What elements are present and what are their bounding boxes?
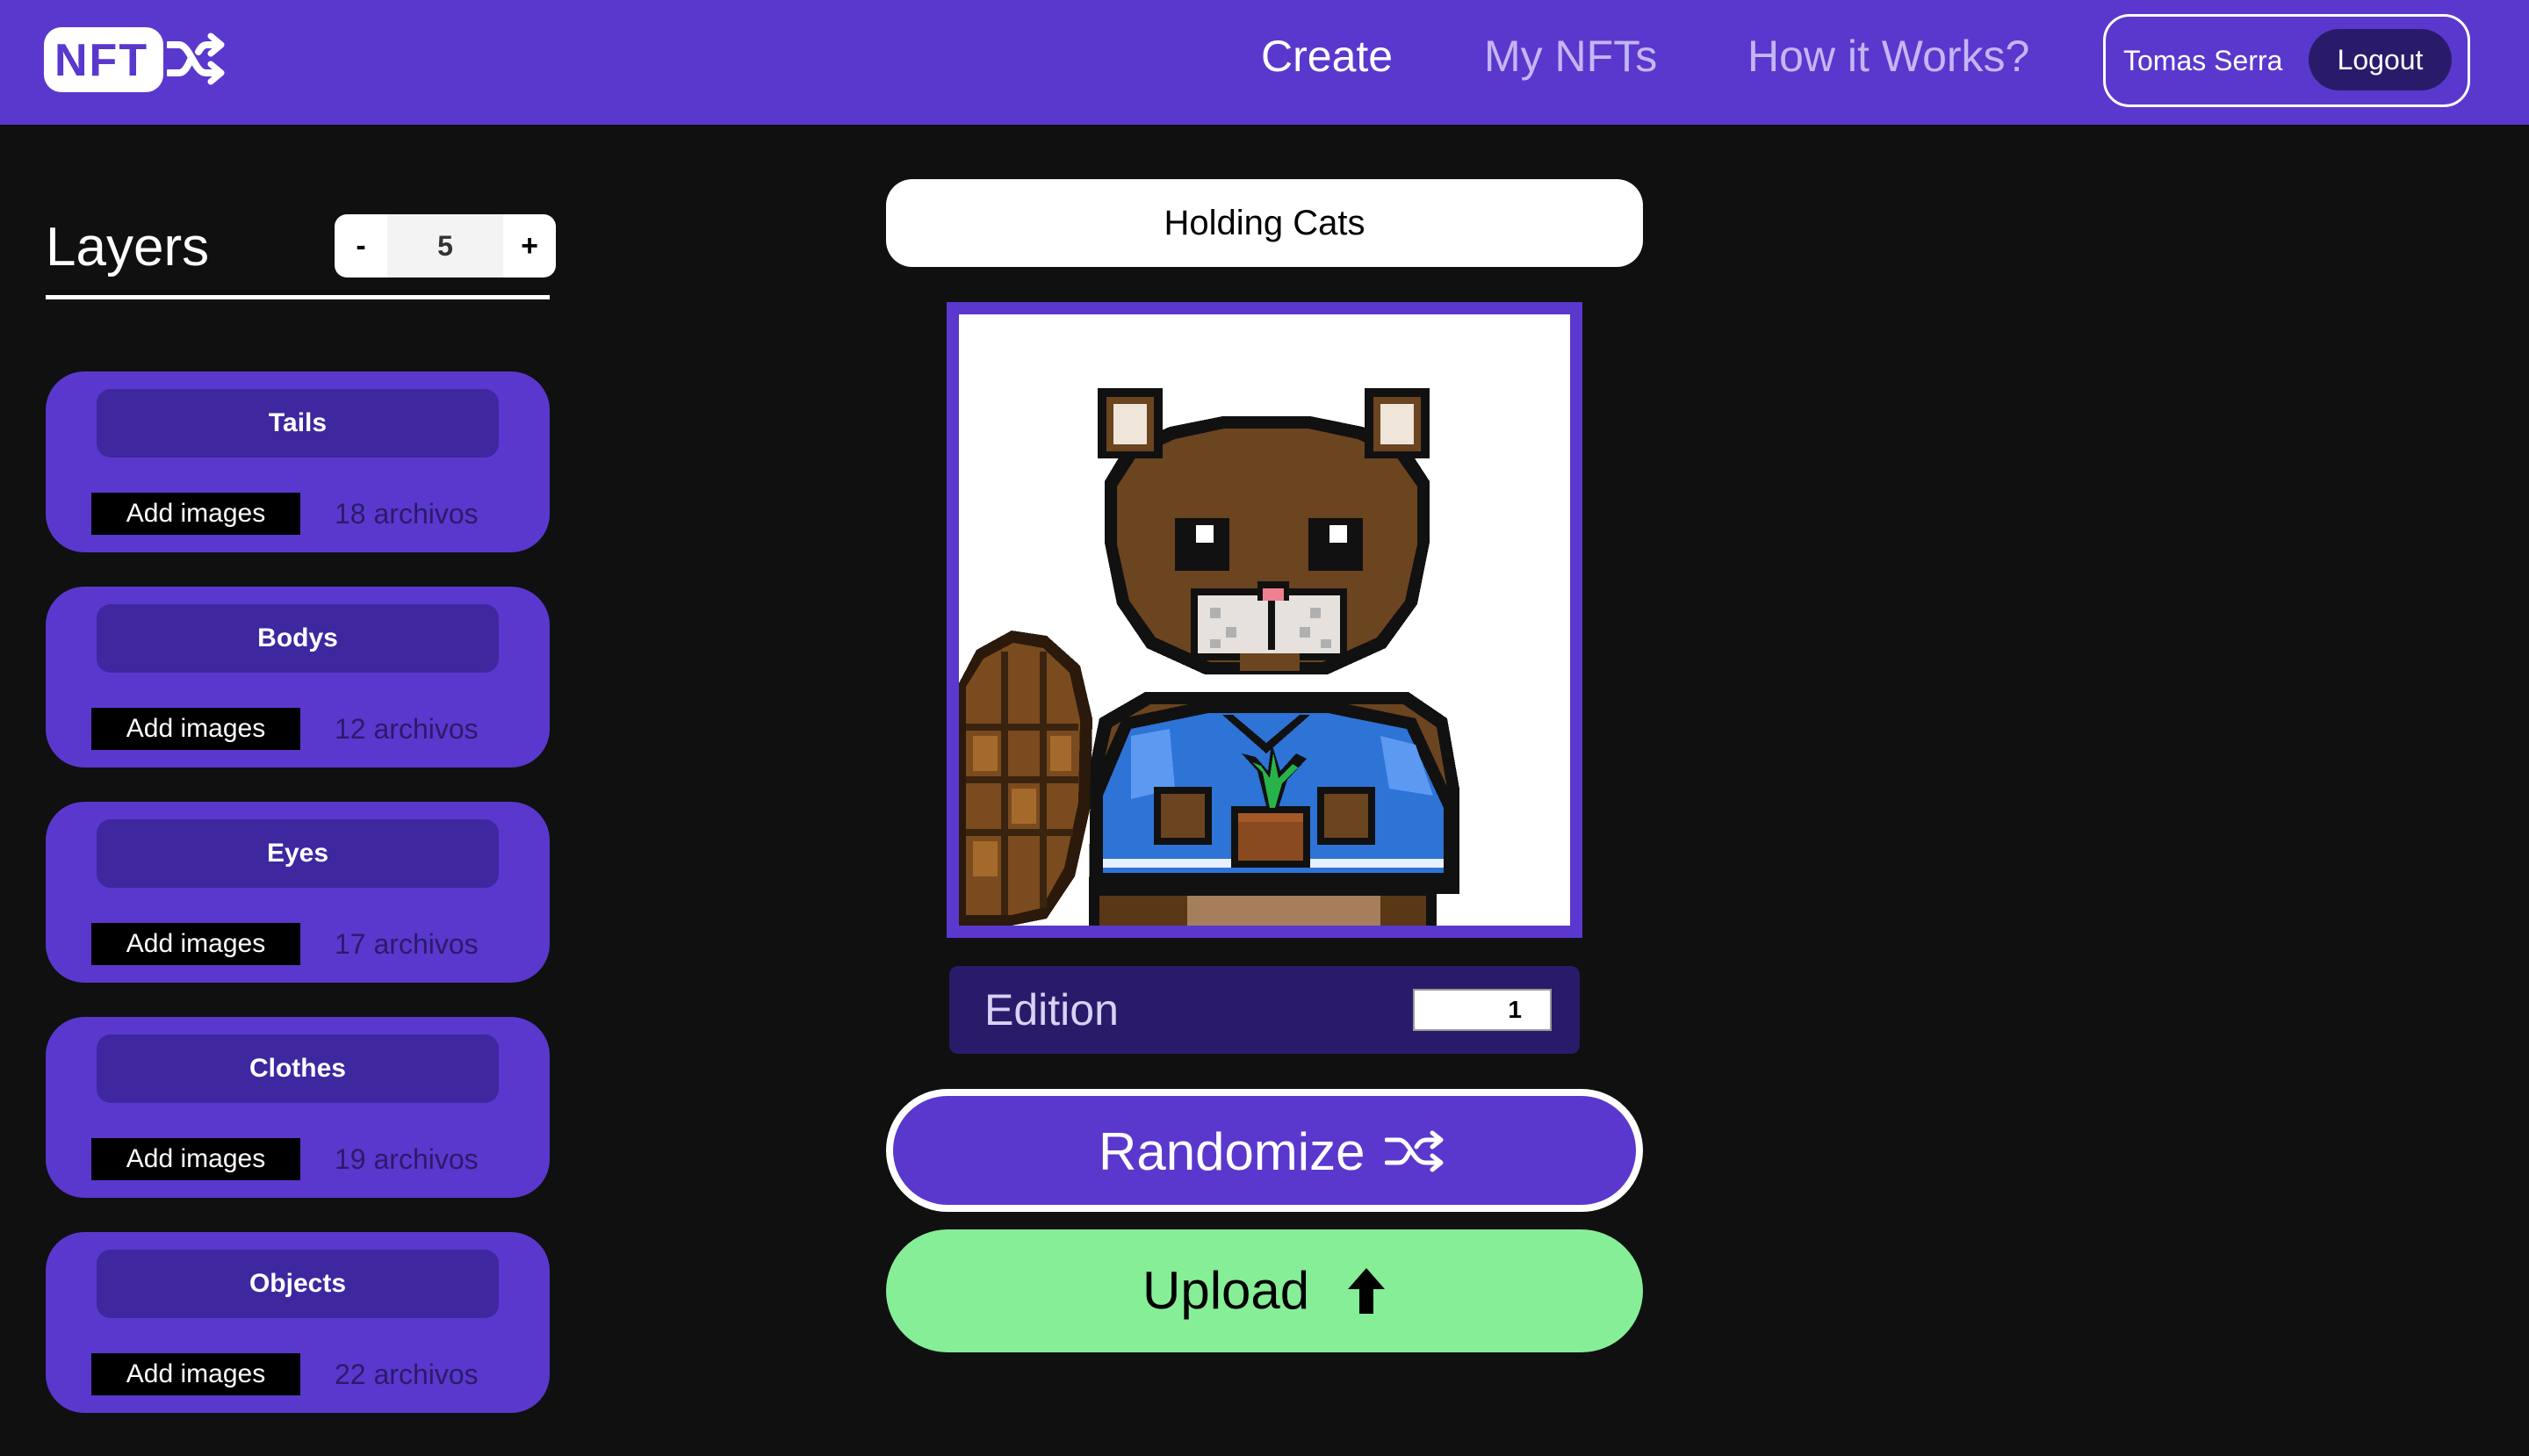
user-menu: Tomas Serra Logout [2103,14,2470,107]
layers-heading: Layers [46,217,210,278]
add-images-button[interactable]: Add images [91,708,300,750]
add-images-button[interactable]: Add images [91,493,300,535]
layer-count-value[interactable]: 5 [387,214,503,278]
file-count: 22 archivos [335,1359,479,1390]
layer-card-clothes: Clothes Add images 19 archivos [46,1017,550,1198]
nav-my-nfts[interactable]: My NFTs [1484,30,1657,83]
layer-name[interactable]: Eyes [97,819,499,888]
nav-how-it-works[interactable]: How it Works? [1747,30,2029,83]
randomize-label: Randomize [1099,1122,1365,1181]
logo-text: NFT [54,35,149,86]
add-images-button[interactable]: Add images [91,1138,300,1180]
layer-count-stepper: - 5 + [335,214,556,278]
layer-name[interactable]: Tails [97,389,499,458]
head-layer [1098,388,1430,674]
increment-button[interactable]: + [503,214,556,278]
decrement-button[interactable]: - [335,214,387,278]
file-count: 18 archivos [335,498,479,530]
layer-name[interactable]: Bodys [97,604,499,673]
tail-layer [959,631,1092,926]
user-name: Tomas Serra [2123,45,2283,76]
randomize-button[interactable]: Randomize [886,1089,1643,1212]
file-count: 12 archivos [335,713,479,745]
layer-name[interactable]: Clothes [97,1034,499,1103]
top-navigation-bar: NFT Create My NFTs How it Works? Tomas S… [0,0,2529,125]
shuffle-icon [167,32,225,85]
edition-control: Edition [949,966,1580,1054]
app-logo[interactable]: NFT [44,27,225,92]
layer-card-eyes: Eyes Add images 17 archivos [46,802,550,983]
shuffle-icon [1385,1130,1444,1172]
nav-create[interactable]: Create [1261,30,1393,83]
upload-label: Upload [1142,1261,1310,1320]
layer-card-tails: Tails Add images 18 archivos [46,371,550,552]
add-images-button[interactable]: Add images [91,923,300,965]
layers-divider [46,295,550,299]
arrow-up-icon [1348,1268,1385,1314]
logo-badge: NFT [44,27,163,92]
beaver-character-image [959,388,1459,926]
nft-preview-frame [947,302,1582,938]
layer-card-bodys: Bodys Add images 12 archivos [46,587,550,768]
layer-name[interactable]: Objects [97,1250,499,1318]
edition-label: Edition [984,985,1119,1034]
collection-name-input[interactable] [886,179,1643,267]
file-count: 19 archivos [335,1143,479,1175]
layer-card-objects: Objects Add images 22 archivos [46,1232,550,1413]
edition-input[interactable] [1413,989,1552,1031]
file-count: 17 archivos [335,928,479,960]
nft-preview-image [959,314,1570,926]
upload-button[interactable]: Upload [886,1229,1643,1352]
logout-button[interactable]: Logout [2309,29,2452,90]
add-images-button[interactable]: Add images [91,1353,300,1395]
